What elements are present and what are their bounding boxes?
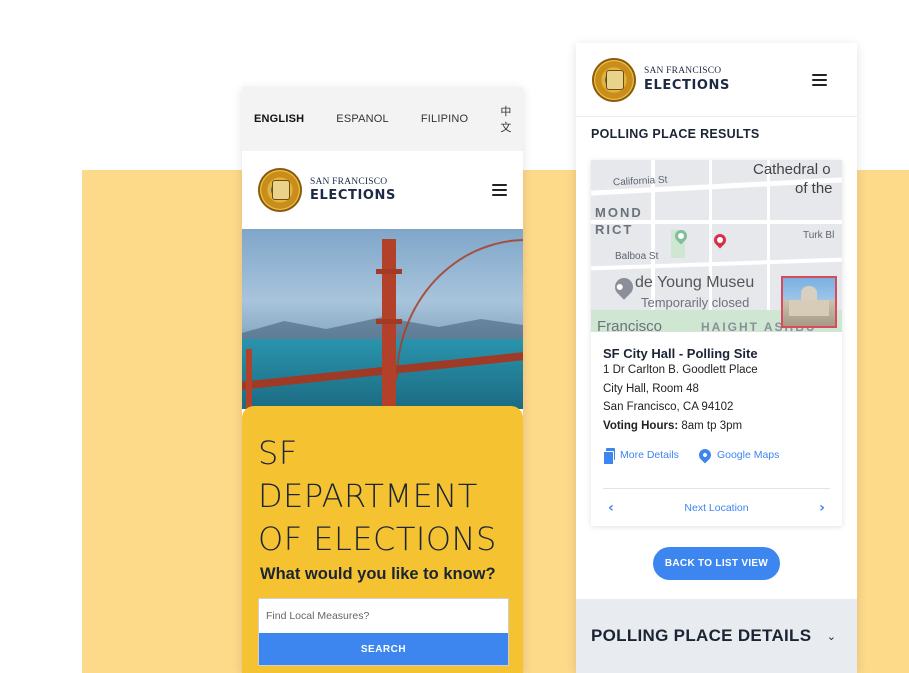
google-maps-link[interactable]: Google Maps [696,446,780,464]
polling-place-card: Cathedral o of the California St MOND RI… [591,160,842,526]
voting-hours-label: Voting Hours: [603,419,679,432]
more-details-link[interactable]: More Details [603,447,679,465]
page-title-line: OF ELECTIONS [258,520,497,558]
document-icon [603,447,615,465]
results-screen: SAN FRANCISCO ELECTIONS POLLING PLACE RE… [576,43,857,673]
next-location-link[interactable]: Next Location [684,502,748,514]
voting-hours: Voting Hours: 8am tp 3pm [591,417,842,436]
map-label: of the [795,180,833,197]
hamburger-menu-icon[interactable] [812,73,827,86]
map-label: Cathedral o [753,161,831,178]
voting-hours-value: 8am tp 3pm [678,419,743,432]
brand-big-text: ELECTIONS [310,188,396,204]
hero-bridge-tower-far [246,349,252,409]
brand-big-text: ELECTIONS [644,77,730,93]
brand-logo[interactable]: SAN FRANCISCO ELECTIONS [592,57,730,102]
map-label: Francisco [597,318,663,332]
brand-logo[interactable]: SAN FRANCISCO ELECTIONS [258,168,396,212]
brand-small-text: SAN FRANCISCO [310,176,388,187]
lang-english[interactable]: ENGLISH [254,113,304,125]
site-header: SAN FRANCISCO ELECTIONS [576,43,857,117]
chevron-right-icon[interactable]: › [814,500,830,516]
results-heading: POLLING PLACE RESULTS [591,127,760,141]
brand-text: SAN FRANCISCO ELECTIONS [644,67,730,92]
back-to-list-button[interactable]: BACK TO LIST VIEW [653,547,780,580]
hero-image [242,229,523,409]
page-title-line: DEPARTMENT [258,477,478,515]
google-maps-label: Google Maps [716,449,780,461]
map-label: Turk Bl [803,230,835,241]
address-line: San Francisco, CA 94102 [603,401,734,413]
more-details-label: More Details [620,449,679,461]
lang-chinese[interactable]: 中文 [500,103,511,135]
home-screen: ENGLISH ESPANOL FILIPINO 中文 SAN FRANCISC… [242,87,523,673]
polling-details-accordion[interactable]: POLLING PLACE DETAILS ⌄ [576,599,857,673]
place-name: SF City Hall - Polling Site [603,346,758,361]
place-links: More Details Google Maps [591,436,842,465]
map-label: de Young Museu [635,274,755,291]
hero-bridge-tower [376,239,402,409]
map-label: MOND [595,205,643,220]
search-input[interactable] [259,599,508,633]
map-label: Balboa St [615,251,659,262]
map-road [767,160,770,332]
address-line: 1 Dr Carlton B. Goodlett Place [603,364,758,376]
brand-small-text: SAN FRANCISCO [644,66,722,77]
site-header: SAN FRANCISCO ELECTIONS [242,151,523,229]
city-hall-thumbnail[interactable] [781,276,837,328]
details-title: POLLING PLACE DETAILS [591,626,812,645]
chevron-down-icon[interactable]: ⌄ [827,630,836,643]
search-button[interactable]: SEARCH [259,633,508,665]
address-line: City Hall, Room 48 [603,382,699,395]
page-title: SF DEPARTMENT OF ELECTIONS [258,432,507,561]
language-bar: ENGLISH ESPANOL FILIPINO 中文 [242,87,523,151]
home-intro-card: SF DEPARTMENT OF ELECTIONS What would yo… [242,406,523,673]
question-heading: What would you like to know? [260,565,496,583]
lang-filipino[interactable]: FILIPINO [421,113,468,125]
search-form: SEARCH [258,598,509,666]
map-label: Temporarily closed [641,295,750,310]
city-seal-logo [592,57,636,102]
page-title-line: SF [258,434,298,472]
brand-text: SAN FRANCISCO ELECTIONS [310,176,396,204]
map-label: RICT [595,222,634,237]
city-seal-logo [258,168,302,212]
hamburger-menu-icon[interactable] [492,184,507,196]
location-pager: ‹ Next Location › [603,488,830,526]
location-map[interactable]: Cathedral o of the California St MOND RI… [591,160,842,332]
map-pin-icon [696,446,714,464]
lang-espanol[interactable]: ESPANOL [336,113,389,125]
chevron-left-icon[interactable]: ‹ [603,500,619,516]
stage: ENGLISH ESPANOL FILIPINO 中文 SAN FRANCISC… [0,0,909,673]
